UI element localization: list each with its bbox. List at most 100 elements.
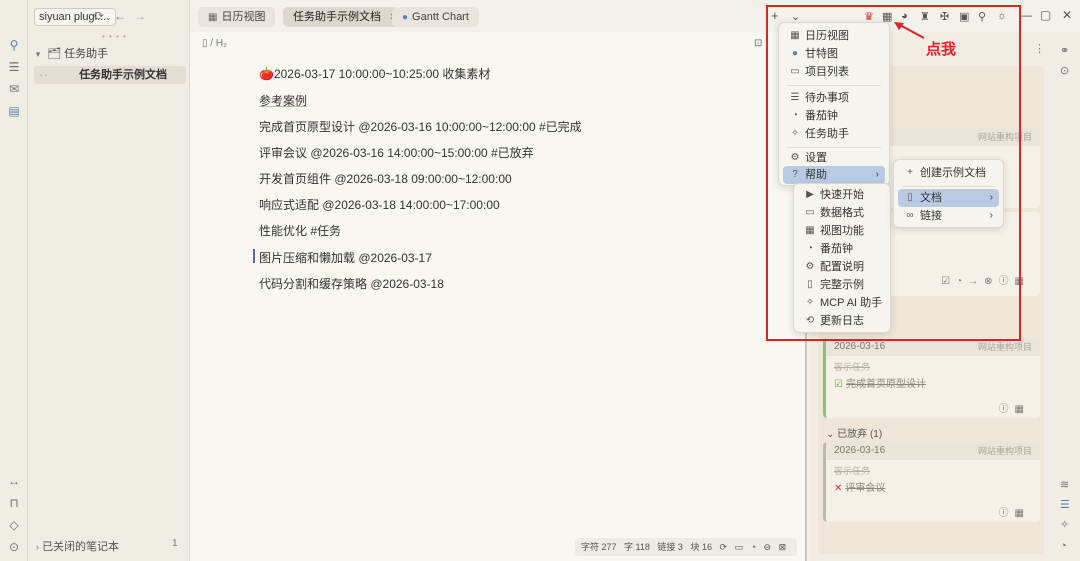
dock-doc-icon[interactable]: ⊙ <box>1060 64 1069 77</box>
tab-example-doc[interactable]: 任务助手示例文档✕ <box>283 7 408 27</box>
breadcrumb-heading[interactable]: H₂ <box>216 38 227 49</box>
menu-item-assistant[interactable]: ✧ 任务助手 <box>783 125 885 143</box>
menu-item-help[interactable]: ? 帮助 › <box>783 166 885 184</box>
menu-label: 配置说明 <box>820 261 864 273</box>
menu-item-pomodoro[interactable]: ◔ 番茄钟 <box>783 107 885 125</box>
editor-line-task[interactable]: 图片压缩和懒加载 @2026-03-17 <box>259 249 432 266</box>
menu-item-projects[interactable]: ▭ 项目列表 <box>783 63 885 81</box>
plus-icon: + <box>907 167 913 178</box>
back-arrow-icon[interactable]: ← <box>114 9 126 23</box>
image-icon[interactable]: ▣ <box>959 10 969 23</box>
card-date: 2026-03-16 <box>834 341 886 352</box>
clock-icon: ◔ <box>806 243 814 254</box>
menu-label: 甘特图 <box>805 48 838 60</box>
status-trash-icon[interactable]: ▭ <box>735 542 744 552</box>
status-clock-icon[interactable]: ◔ <box>751 542 756 552</box>
dock-ai-icon[interactable]: ≋ <box>1060 478 1069 491</box>
tree-notebook[interactable]: ▾ 🗂 任务助手 <box>32 45 186 63</box>
inbox-icon[interactable]: ✉ <box>7 82 21 96</box>
editor-line-task[interactable]: 完成首页原型设计 @2026-03-16 10:00:00~12:00:00 #… <box>259 118 582 135</box>
help-item-example[interactable]: ▯ 完整示例 <box>798 276 886 294</box>
doc-icon[interactable]: ▯ <box>202 38 208 49</box>
help-item-config[interactable]: ⚙ 配置说明 <box>798 258 886 276</box>
gantt-icon: ● <box>791 48 799 59</box>
editor-line-task[interactable]: 响应式适配 @2026-03-18 14:00:00~17:00:00 <box>259 196 500 213</box>
dock-sparkle-icon[interactable]: ✧ <box>1060 518 1069 531</box>
gantt-icon: ● <box>402 12 409 23</box>
tree-doc-active[interactable]: · · 任务助手示例文档 <box>34 66 186 84</box>
task-card-done[interactable]: 2026-03-16 网站重构项目 容示任务 ☑ 完成首页原型设计 ⓘ▦ <box>823 338 1040 418</box>
status-refresh-icon[interactable]: ⟳ <box>719 542 727 552</box>
dock-clock-icon[interactable]: ◔ <box>1060 540 1067 552</box>
sync-icon[interactable]: ⟳ <box>94 9 104 23</box>
puzzle-icon[interactable]: ✠ <box>940 10 949 23</box>
bookmark-icon[interactable]: ⊓ <box>7 496 21 510</box>
task-card-abandoned[interactable]: 2026-03-16 网站重构项目 容示任务 ✕ 评审会议 ⓘ▦ <box>823 442 1040 522</box>
group-abandoned[interactable]: ⌄ 已放弃 (1) <box>826 425 882 440</box>
card-title-row: ✕ 评审会议 <box>826 477 1040 496</box>
card-date: 2026-03-16 <box>834 445 886 456</box>
status-close-icon[interactable]: ⊠ <box>779 542 787 552</box>
plus-icon[interactable]: + <box>771 8 779 23</box>
menu-label: 更新日志 <box>820 315 864 327</box>
status-sync-icon[interactable]: ⊖ <box>764 542 772 552</box>
backlink-icon[interactable]: ↔ <box>7 474 21 488</box>
theme-icon[interactable]: ☼ <box>997 10 1007 22</box>
menu-label: 待办事项 <box>805 92 849 104</box>
editor-line-task[interactable]: 开发首页组件 @2026-03-18 09:00:00~12:00:00 <box>259 170 512 187</box>
sub-item-create-example[interactable]: + 创建示例文档 <box>898 164 999 182</box>
editor-line-task[interactable]: 评审会议 @2026-03-16 14:00:00~15:00:00 #已放弃 <box>259 144 534 161</box>
sub-item-links[interactable]: ∞ 链接 › <box>898 207 999 225</box>
card-actions[interactable]: ⓘ▦ <box>999 400 1030 415</box>
card-subtitle: 容示任务 <box>834 362 871 372</box>
help-item-dataformat[interactable]: ▭ 数据格式 <box>798 204 886 222</box>
help-item-views[interactable]: ▦ 视图功能 <box>798 222 886 240</box>
menu-label: MCP AI 助手 <box>820 297 883 309</box>
card-head: 2026-03-16 网站重构项目 <box>826 338 1040 356</box>
menu-item-calendar[interactable]: ▦ 日历视图 <box>783 27 885 45</box>
forward-arrow-icon[interactable]: → <box>134 9 146 23</box>
gear-icon: ⚙ <box>790 152 800 163</box>
drag-handle[interactable]: • • • • <box>102 32 127 41</box>
task-list-icon[interactable]: ▤ <box>7 104 21 118</box>
tab-calendar[interactable]: ▦ 日历视图 <box>198 7 276 27</box>
menu-label: 数据格式 <box>820 207 864 219</box>
help-item-changelog[interactable]: ⟲ 更新日志 <box>798 312 886 330</box>
menu-label: 创建示例文档 <box>920 167 986 179</box>
more-icon[interactable]: ⋮ <box>1034 42 1045 55</box>
editor-line-task[interactable]: 性能优化 #任务 <box>259 222 341 239</box>
editor-line-task[interactable]: 代码分割和缓存策略 @2026-03-18 <box>259 275 444 292</box>
help-item-mcp[interactable]: ✧ MCP AI 助手 <box>798 294 886 312</box>
cross-icon: ✕ <box>834 483 843 494</box>
maximize-icon[interactable]: ▢ <box>1040 8 1051 22</box>
outline-icon[interactable]: ☰ <box>7 60 21 74</box>
card-actions[interactable]: ☑◔→⊗ⓘ▦ <box>941 272 1030 287</box>
menu-separator <box>902 186 995 187</box>
doc-lock-icon[interactable]: ⊡ <box>754 38 762 49</box>
tab-gantt[interactable]: ● Gantt Chart <box>392 7 479 27</box>
window-close-icon[interactable]: ✕ <box>1062 8 1072 22</box>
sub-item-docs[interactable]: ▯ 文档 › <box>898 189 999 207</box>
search-icon[interactable]: ⚲ <box>978 10 986 23</box>
minimize-icon[interactable]: — <box>1020 8 1032 22</box>
history-icon: ⟲ <box>805 315 815 326</box>
book-icon: ▯ <box>907 192 913 203</box>
menu-item-todo[interactable]: ☰ 待办事项 <box>783 89 885 107</box>
menu-label: 项目列表 <box>805 66 849 78</box>
dock-settings-icon[interactable]: ⊙ <box>7 540 21 554</box>
tag-icon[interactable]: ◇ <box>7 518 21 532</box>
file-tree-icon[interactable]: ⚲ <box>7 38 21 52</box>
editor[interactable]: ▯ / H₂ 🍅2026-03-17 10:00:00~10:25:00 收集素… <box>190 32 807 561</box>
help-item-quickstart[interactable]: ▶ 快速开始 <box>798 186 886 204</box>
graph-icon[interactable]: ⚭ <box>1060 44 1069 57</box>
dock-tasklist-icon[interactable]: ☰ <box>1060 498 1070 511</box>
card-actions[interactable]: ⓘ▦ <box>999 504 1030 519</box>
help-item-pomodoro[interactable]: ◔ 番茄钟 <box>798 240 886 258</box>
menu-item-gantt[interactable]: ● 甘特图 <box>783 45 885 63</box>
editor-line-heading[interactable]: 参考案例 <box>259 92 307 109</box>
editor-line-pomodoro[interactable]: 🍅2026-03-17 10:00:00~10:25:00 收集素材 <box>259 65 490 82</box>
closed-notebooks[interactable]: › 已关闭的笔记本 <box>36 538 119 554</box>
play-icon: ▶ <box>806 189 814 200</box>
menu-item-settings[interactable]: ⚙ 设置 <box>783 149 885 167</box>
calendar-icon: ▦ <box>208 12 218 23</box>
